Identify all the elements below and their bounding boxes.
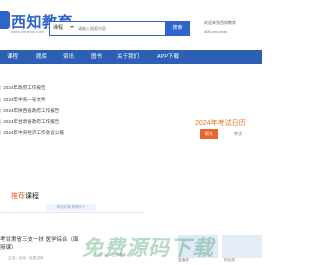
nav-item-about[interactable]: 关于我们	[117, 50, 139, 64]
search-button[interactable]: 搜索	[165, 21, 190, 36]
search-category-select[interactable]: 课程	[53, 24, 63, 31]
main-nav: 课程 题库 资讯 图书 关于我们 APP下载	[0, 50, 262, 64]
thumbnail-label: 精品课	[224, 258, 235, 262]
list-item[interactable]: | 2024年政府工作报告	[0, 85, 46, 91]
list-item[interactable]: | 2024年中央经济工作会议公报	[0, 130, 64, 136]
chevron-down-icon[interactable]	[70, 26, 74, 28]
course-card-subtitle: 主讲：名师 · 免费试听	[8, 256, 44, 260]
search-box: 课程	[49, 21, 168, 36]
section-title-suffix: 课程	[25, 193, 39, 200]
site-header: 西知教育 www.xizhiedu.com 课程 搜索 欢迎来到西知教育 400…	[0, 0, 262, 50]
nav-item-news[interactable]: 资讯	[63, 50, 74, 64]
section-tag: 精选好课 推荐学习	[46, 204, 96, 211]
calendar-tab-exam[interactable]: 考试	[234, 129, 242, 139]
exam-calendar-title: 2024年考试日历	[195, 120, 246, 127]
divider	[0, 212, 144, 213]
course-card-title[interactable]: 考甘肃省三支一扶 医学综合（面授课）	[0, 236, 82, 252]
news-title[interactable]: 2024年甘肃省政府工作报告	[3, 119, 59, 124]
news-title[interactable]: 2024年陕西省政府工作报告	[3, 108, 59, 113]
course-thumbnail[interactable]	[222, 235, 262, 258]
hotline-text: 400-xxx-xxxx	[204, 29, 228, 34]
site-url: www.xizhiedu.com	[11, 29, 44, 34]
section-title-prefix: 推荐	[11, 193, 25, 200]
search-input[interactable]	[78, 23, 136, 33]
section-title: 推荐课程	[11, 191, 39, 201]
welcome-text: 欢迎来到西知教育	[204, 20, 236, 25]
nav-item-app-download[interactable]: APP下载	[157, 50, 179, 64]
calendar-tab-register[interactable]: 报名	[200, 129, 218, 139]
list-item[interactable]: | 2024年中央一号文件	[0, 97, 46, 103]
list-item[interactable]: | 2024年甘肃省政府工作报告	[0, 119, 59, 125]
watermark: 免费源码下载	[82, 237, 214, 260]
logo-icon[interactable]	[0, 11, 10, 29]
news-title[interactable]: 2024年政府工作报告	[3, 85, 45, 90]
news-title[interactable]: 2024年中央经济工作会议公报	[3, 130, 64, 135]
nav-item-question-bank[interactable]: 题库	[36, 50, 47, 64]
nav-item-courses[interactable]: 课程	[7, 50, 18, 64]
news-title[interactable]: 2024年中央一号文件	[3, 97, 45, 102]
nav-item-books[interactable]: 图书	[91, 50, 102, 64]
list-item[interactable]: | 2024年陕西省政府工作报告	[0, 108, 59, 114]
